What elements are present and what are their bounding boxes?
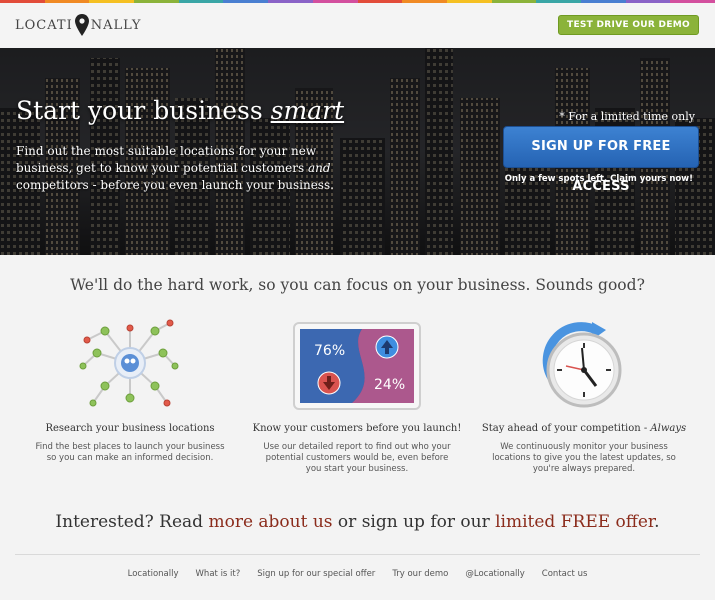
limited-time-note: * For a limited time only <box>559 110 695 123</box>
footer-link-signup[interactable]: Sign up for our special offer <box>257 569 375 579</box>
footer-link-contact[interactable]: Contact us <box>542 569 588 579</box>
feature-title: Know your customers before you launch! <box>252 423 462 434</box>
stat-up: 76% <box>314 343 345 359</box>
more-about-us-link[interactable]: more about us <box>208 512 332 532</box>
footer-link-twitter[interactable]: @Locationally <box>465 569 524 579</box>
logo-text-right: NALLY <box>90 17 142 33</box>
logo-text-left: LOCATI <box>15 17 73 33</box>
feature-customers: 76% 24% Know your customers before you l… <box>242 318 472 475</box>
footer-link-what-is-it[interactable]: What is it? <box>196 569 241 579</box>
hero-description: Find out the most suitable locations for… <box>16 144 334 192</box>
call-to-action: Interested? Read more about us or sign u… <box>55 512 660 532</box>
clock-icon <box>542 322 622 408</box>
footer-link-demo[interactable]: Try our demo <box>392 569 448 579</box>
hero-banner: Start your business smart Find out the m… <box>0 48 715 255</box>
logo[interactable]: LOCATI NALLY <box>15 14 142 36</box>
tagline: We'll do the hard work, so you can focus… <box>70 276 645 294</box>
network-icon <box>79 319 179 407</box>
feature-competition: Stay ahead of your competition - Always … <box>469 318 699 475</box>
signup-button[interactable]: SIGN UP FOR FREE ACCESS <box>503 126 699 194</box>
report-icon: 76% 24% <box>293 321 421 410</box>
hero-title: Start your business smart <box>16 96 345 125</box>
footer-divider <box>15 554 700 555</box>
feature-description: Find the best places to launch your busi… <box>35 442 225 463</box>
feature-title: Stay ahead of your competition - Always <box>481 423 687 434</box>
free-offer-link[interactable]: limited FREE offer <box>495 512 654 532</box>
feature-description: We continuously monitor your business lo… <box>492 442 676 474</box>
footer-nav: Locationally What is it? Sign up for our… <box>0 569 715 579</box>
spots-left-note: Only a few spots left. Claim yours now! <box>504 174 693 184</box>
stat-down: 24% <box>374 377 405 393</box>
feature-title: Research your business locations <box>45 423 215 434</box>
test-drive-button[interactable]: TEST DRIVE OUR DEMO <box>558 15 699 35</box>
feature-description: Use our detailed report to find out who … <box>263 442 451 474</box>
footer-link-locationally[interactable]: Locationally <box>128 569 179 579</box>
feature-research: Research your business locations Find th… <box>15 318 245 464</box>
map-pin-icon <box>74 14 89 36</box>
header: LOCATI NALLY TEST DRIVE OUR DEMO <box>0 3 715 48</box>
